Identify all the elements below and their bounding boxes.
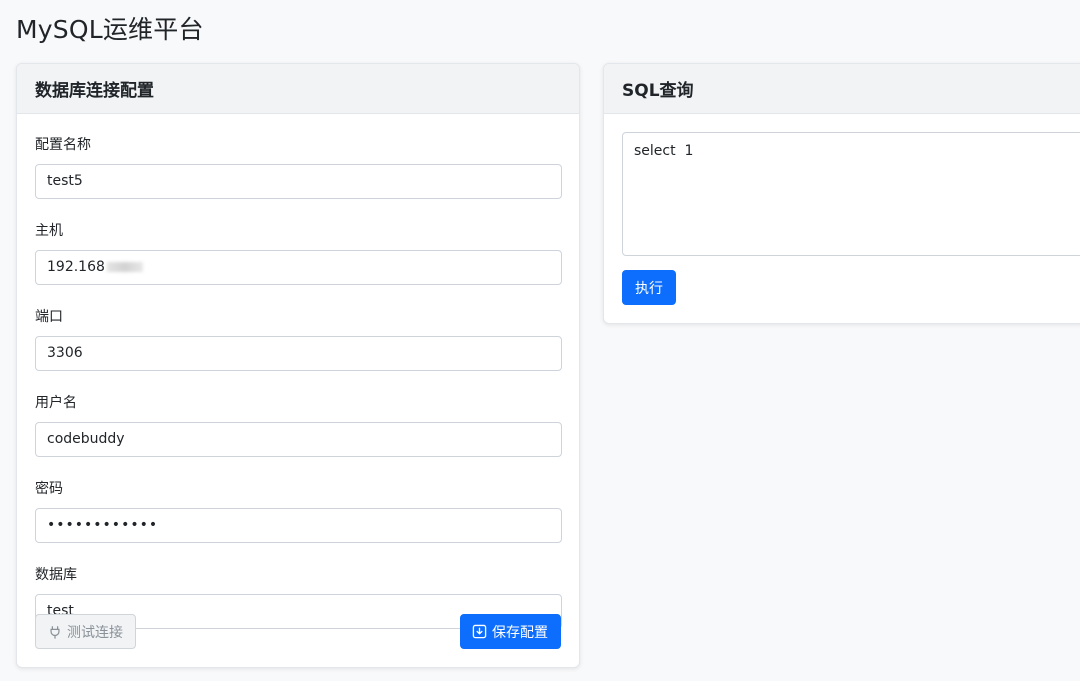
username-label: 用户名 <box>35 395 77 411</box>
sql-query-textarea[interactable]: select 1 <box>622 132 1080 256</box>
test-connection-label: 测试连接 <box>67 624 123 641</box>
port-label: 端口 <box>35 309 63 325</box>
connection-form: 配置名称 test5 主机 192.168 端口 3306 用户名 codebu… <box>17 135 579 629</box>
save-config-button[interactable]: 保存配置 <box>460 614 561 649</box>
host-input[interactable]: 192.168 <box>35 250 562 285</box>
execute-label: 执行 <box>635 280 663 297</box>
test-connection-button[interactable]: 测试连接 <box>35 614 136 649</box>
password-input[interactable]: •••••••••••• <box>35 508 562 543</box>
port-input[interactable]: 3306 <box>35 336 562 371</box>
sql-query-card: SQL查询 select 1 执行 <box>603 63 1080 324</box>
config-actions: 测试连接 保存配置 <box>35 614 561 649</box>
connection-config-card: 数据库连接配置 配置名称 test5 主机 192.168 端口 3306 用户… <box>16 63 580 668</box>
host-value: 192.168 <box>47 259 105 275</box>
save-config-label: 保存配置 <box>492 624 548 641</box>
page-title: MySQL运维平台 <box>16 15 204 44</box>
save-icon <box>472 624 487 639</box>
sql-query-header: SQL查询 <box>604 64 1080 114</box>
plug-icon <box>48 625 62 639</box>
password-label: 密码 <box>35 481 63 497</box>
config-name-label: 配置名称 <box>35 137 91 153</box>
execute-button[interactable]: 执行 <box>622 270 676 305</box>
database-label: 数据库 <box>35 567 77 583</box>
sql-query-title: SQL查询 <box>622 81 694 101</box>
connection-config-title: 数据库连接配置 <box>35 81 154 101</box>
host-label: 主机 <box>35 223 63 239</box>
config-name-input[interactable]: test5 <box>35 164 562 199</box>
host-redacted-blur <box>106 262 143 272</box>
username-input[interactable]: codebuddy <box>35 422 562 457</box>
sql-query-body: select 1 <box>604 114 1080 256</box>
connection-config-header: 数据库连接配置 <box>17 64 579 114</box>
